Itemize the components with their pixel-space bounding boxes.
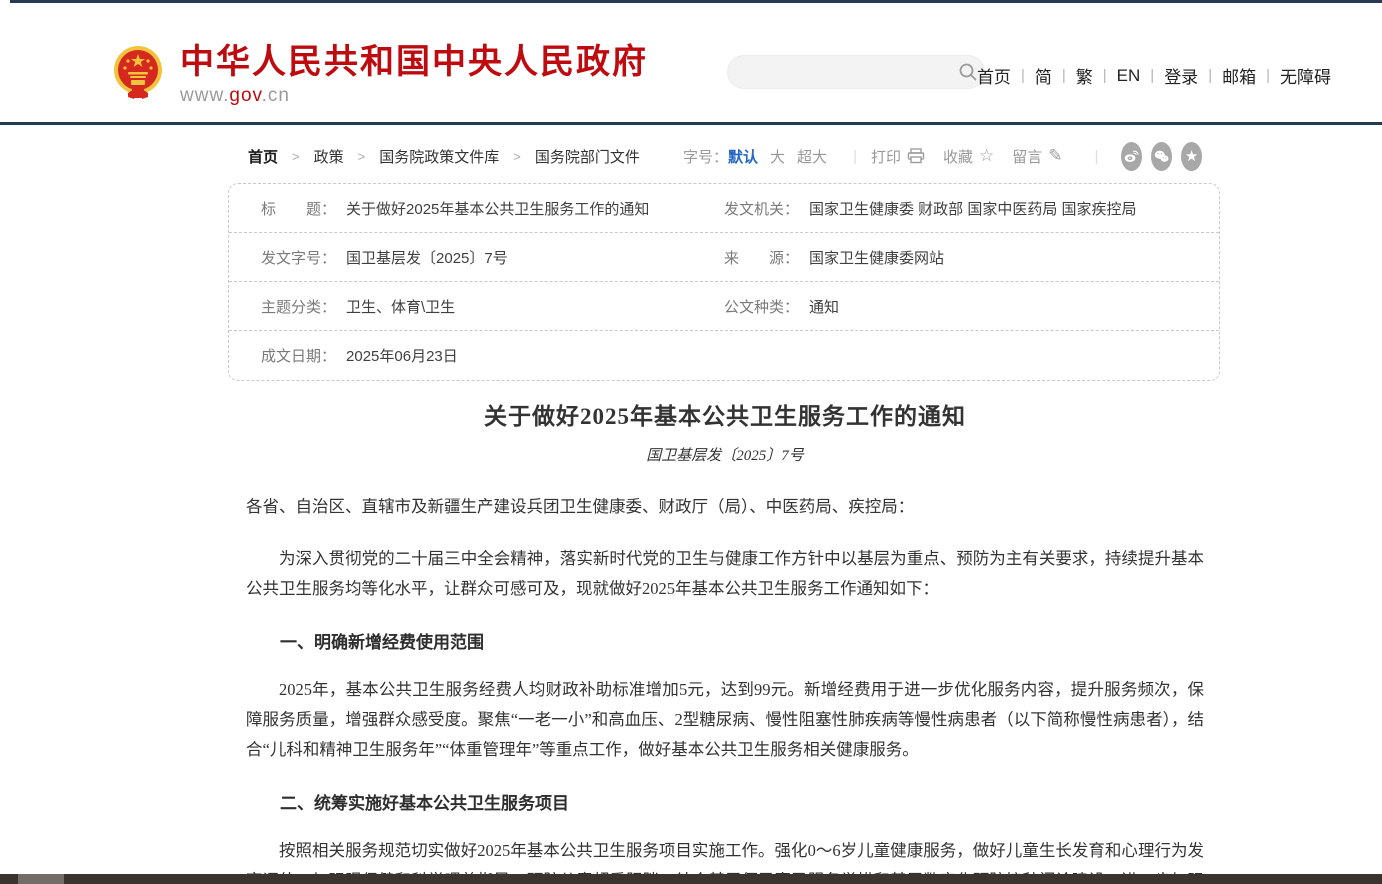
nav-link-mail[interactable]: 邮箱 [1222,63,1256,88]
section-1-paragraph: 2025年，基本公共卫生服务经费人均财政补助标准增加5元，达到99元。新增经费用… [246,675,1204,765]
meta-value: 2025年06月23日 [346,348,458,365]
meta-issue-date: 成文日期： 2025年06月23日 [229,345,724,366]
nav-separator: | [1150,67,1154,84]
url-prefix: www. [180,85,229,106]
comment-button[interactable]: 留言 ✎ [1012,146,1062,167]
favorite-button[interactable]: 收藏 ☆ [943,146,994,167]
breadcrumb-separator: > [513,149,521,164]
pencil-icon: ✎ [1048,146,1062,166]
nav-link-simplified[interactable]: 简 [1035,63,1052,88]
nav-separator: | [1208,67,1212,84]
meta-source: 来 源： 国家卫生健康委网站 [724,247,1219,268]
breadcrumb-policy-library[interactable]: 国务院政策文件库 [379,146,499,167]
salutation-paragraph: 各省、自治区、直辖市及新疆生产建设兵团卫生健康委、财政厅（局）、中医药局、疾控局… [246,492,1204,522]
meta-label: 公文种类： [724,299,799,316]
meta-label: 成文日期： [261,348,336,365]
meta-value: 国卫基层发〔2025〕7号 [346,250,508,267]
horizontal-scrollbar-thumb[interactable] [18,874,64,884]
meta-value: 通知 [809,299,839,316]
nav-link-traditional[interactable]: 繁 [1076,63,1093,88]
printer-icon [907,148,925,164]
nav-separator: | [1266,67,1270,84]
font-size-label: 字号： [683,146,728,167]
breadcrumb-separator: > [292,149,300,164]
url-suffix: .cn [262,85,290,106]
meta-document-number: 发文字号： 国卫基层发〔2025〕7号 [229,247,724,268]
meta-row-date: 成文日期： 2025年06月23日 [229,331,1219,380]
meta-row-category-type: 主题分类： 卫生、体育\卫生 公文种类： 通知 [229,282,1219,331]
meta-row-title-agency: 标 题： 关于做好2025年基本公共卫生服务工作的通知 发文机关： 国家卫生健康委 … [229,184,1219,233]
meta-label: 来 源： [724,250,799,267]
site-url[interactable]: www.gov.cn [180,85,648,107]
brand-text: 中华人民共和国中央人民政府 www.gov.cn [180,45,648,107]
meta-value: 卫生、体育\卫生 [346,299,455,316]
toolbar-divider: | [1095,148,1099,165]
meta-label: 发文机关： [724,201,799,218]
national-emblem-logo [112,45,164,101]
font-size-large[interactable]: 大 [770,146,785,167]
nav-link-home[interactable]: 首页 [977,63,1011,88]
meta-topic-category: 主题分类： 卫生、体育\卫生 [229,296,724,317]
document-body: 关于做好2025年基本公共卫生服务工作的通知 国卫基层发〔2025〕7号 各省、… [246,379,1204,884]
nav-link-login[interactable]: 登录 [1164,63,1198,88]
meta-empty-cell [724,347,1219,364]
nav-separator: | [1103,67,1107,84]
toolbar-divider: | [853,148,857,165]
font-size-default[interactable]: 默认 [728,146,758,167]
site-search[interactable] [727,55,985,89]
qzone-share-icon[interactable]: ★ [1181,142,1202,171]
meta-label: 标 题： [261,201,336,218]
meta-issuing-agency: 发文机关： 国家卫生健康委 财政部 国家中医药局 国家疾控局 [724,198,1219,219]
horizontal-scrollbar[interactable] [0,874,1382,884]
site-header: 中华人民共和国中央人民政府 www.gov.cn 首页 | 简 | 繁 | EN | 登… [0,3,1382,125]
nav-link-accessibility[interactable]: 无障碍 [1280,63,1331,88]
top-nav: 首页 | 简 | 繁 | EN | 登录 | 邮箱 | 无障碍 [977,63,1331,88]
nav-link-english[interactable]: EN [1117,66,1141,86]
meta-value: 国家卫生健康委 财政部 国家中医药局 国家疾控局 [809,201,1137,218]
meta-value: 国家卫生健康委网站 [809,250,944,267]
font-size-xlarge[interactable]: 超大 [797,146,827,167]
gov-cn-document-page: 中华人民共和国中央人民政府 www.gov.cn 首页 | 简 | 繁 | EN | 登… [0,0,1382,884]
document-title: 关于做好2025年基本公共卫生服务工作的通知 [246,397,1204,431]
search-input[interactable] [728,64,951,81]
nav-separator: | [1021,67,1025,84]
site-title: 中华人民共和国中央人民政府 [180,45,648,81]
comment-label: 留言 [1012,146,1042,167]
section-2-heading: 二、统筹实施好基本公共卫生服务项目 [246,789,1204,814]
breadcrumb-department-documents[interactable]: 国务院部门文件 [535,146,640,167]
document-tools: 字号： 默认 大 超大 | 打印 收藏 ☆ 留言 [683,142,1202,171]
meta-label: 主题分类： [261,299,336,316]
document-meta-card: 标 题： 关于做好2025年基本公共卫生服务工作的通知 发文机关： 国家卫生健康委 … [228,183,1220,381]
section-1-heading: 一、明确新增经费使用范围 [246,628,1204,653]
intro-paragraph: 为深入贯彻党的二十届三中全会精神，落实新时代党的卫生与健康工作方针中以基层为重点… [246,544,1204,604]
breadcrumb: 首页 > 政策 > 国务院政策文件库 > 国务院部门文件 [248,146,640,167]
print-button[interactable]: 打印 [871,146,925,167]
print-label: 打印 [871,146,901,167]
meta-title: 标 题： 关于做好2025年基本公共卫生服务工作的通知 [229,198,724,219]
meta-label: 发文字号： [261,250,336,267]
url-domain: gov [229,85,261,106]
weibo-share-icon[interactable] [1121,142,1142,171]
breadcrumb-home[interactable]: 首页 [248,146,278,167]
site-brand[interactable]: 中华人民共和国中央人民政府 www.gov.cn [112,45,648,107]
star-icon: ☆ [979,146,994,166]
meta-value: 关于做好2025年基本公共卫生服务工作的通知 [346,201,649,218]
wechat-share-icon[interactable] [1151,142,1172,171]
document-number: 国卫基层发〔2025〕7号 [246,444,1204,465]
nav-separator: | [1062,67,1066,84]
toolbar-row: 首页 > 政策 > 国务院政策文件库 > 国务院部门文件 字号： 默认 大 超大 | … [0,141,1382,171]
meta-row-number-source: 发文字号： 国卫基层发〔2025〕7号 来 源： 国家卫生健康委网站 [229,233,1219,282]
meta-document-type: 公文种类： 通知 [724,296,1219,317]
breadcrumb-separator: > [358,149,366,164]
breadcrumb-policy[interactable]: 政策 [314,146,344,167]
favorite-label: 收藏 [943,146,973,167]
